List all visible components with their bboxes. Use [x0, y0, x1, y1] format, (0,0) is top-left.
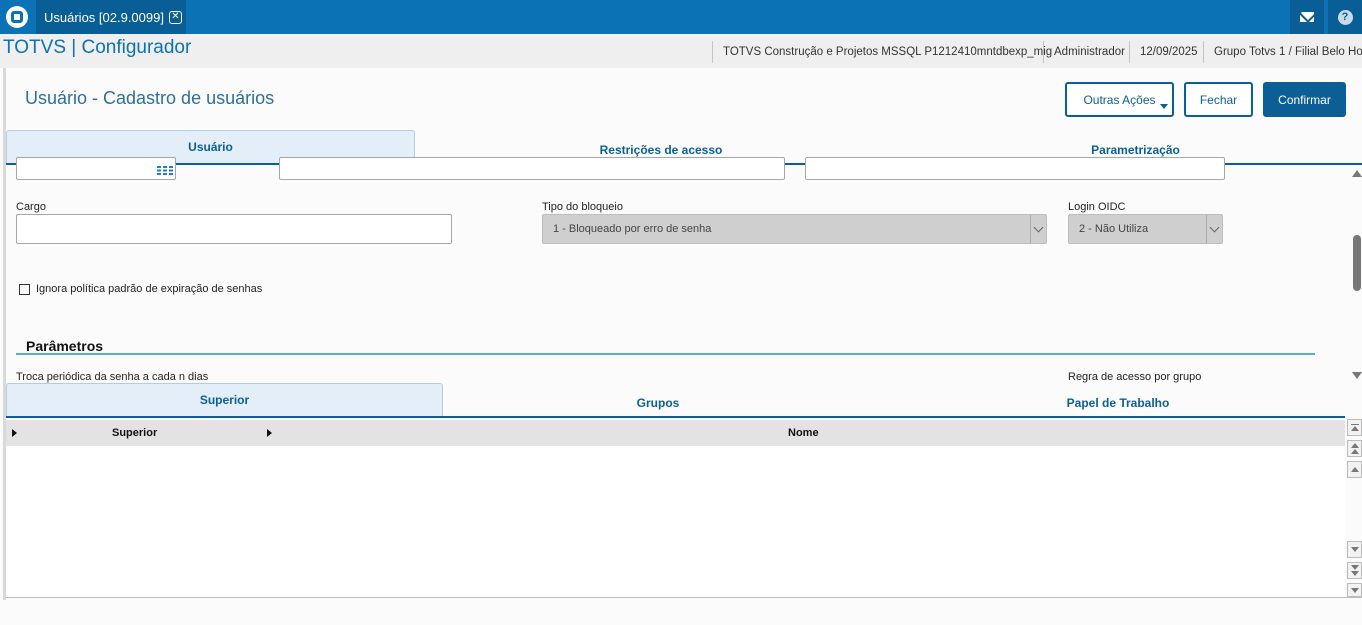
tipo-bloqueio-label: Tipo do bloqueio	[542, 201, 623, 213]
move-page-up-icon[interactable]	[1347, 440, 1362, 457]
environment-info: TOTVS Construção e Projetos MSSQL P12124…	[712, 41, 1052, 63]
tab-papel-trabalho[interactable]: Papel de Trabalho	[873, 383, 1362, 416]
text-field-partial-2[interactable]	[805, 157, 1225, 180]
move-up-icon[interactable]	[1347, 461, 1362, 478]
chevron-down-icon[interactable]	[1206, 215, 1222, 243]
company-info: Grupo Totvs 1 / Filial Belo Hor	[1203, 41, 1362, 63]
date-field[interactable]	[16, 157, 176, 180]
confirm-button[interactable]: Confirmar	[1263, 82, 1346, 117]
window-titlebar: Usuários [02.9.0099] ✕ ?	[0, 0, 1362, 34]
move-top-icon[interactable]	[1347, 419, 1362, 436]
scroll-up-icon[interactable]	[1352, 170, 1362, 177]
date-info: 12/09/2025	[1129, 41, 1198, 63]
more-actions-button[interactable]: Outras Ações	[1065, 82, 1174, 117]
column-nome[interactable]: Nome	[788, 427, 819, 439]
text-field-partial[interactable]	[279, 157, 785, 180]
cargo-label: Cargo	[16, 201, 46, 213]
scrollbar-thumb[interactable]	[1353, 235, 1361, 291]
ignora-politica-label: Ignora política padrão de expiração de s…	[36, 283, 263, 295]
troca-periodica-label: Troca periódica da senha a cada n dias	[16, 371, 209, 383]
row-marker-icon	[12, 429, 17, 437]
more-actions-label: Outras Ações	[1083, 92, 1156, 107]
calendar-icon[interactable]	[157, 166, 173, 175]
login-oidc-select[interactable]: 2 - Não Utiliza	[1068, 214, 1223, 244]
section-title: Parâmetros	[26, 338, 104, 354]
close-button[interactable]: Fechar	[1184, 82, 1253, 117]
scroll-down-icon[interactable]	[1352, 372, 1362, 379]
window-tab-label: Usuários [02.9.0099]	[44, 9, 164, 25]
tipo-bloqueio-value: 1 - Bloqueado por erro de senha	[553, 223, 712, 235]
tab-grupos[interactable]: Grupos	[443, 383, 873, 416]
window-tab-usuarios[interactable]: Usuários [02.9.0099] ✕	[36, 0, 186, 34]
move-page-down-icon[interactable]	[1347, 562, 1362, 579]
caret-down-icon	[1160, 104, 1168, 109]
close-tab-icon[interactable]: ✕	[168, 10, 182, 24]
section-divider	[16, 353, 1315, 355]
page-title: Usuário - Cadastro de usuários	[25, 88, 275, 108]
regra-acesso-label: Regra de acesso por grupo	[1068, 371, 1202, 383]
login-oidc-label: Login OIDC	[1068, 201, 1126, 213]
column-resize-icon[interactable]	[267, 429, 272, 437]
tab-superior[interactable]: Superior	[6, 383, 443, 416]
ignora-politica-checkbox[interactable]	[19, 284, 30, 295]
column-superior[interactable]: Superior	[112, 427, 157, 439]
sub-tabbar: Superior Grupos Papel de Trabalho	[6, 383, 1345, 418]
cargo-input[interactable]	[16, 214, 452, 244]
grid-header: Superior Nome	[6, 420, 1345, 446]
move-bottom-icon[interactable]	[1347, 583, 1362, 597]
tipo-bloqueio-select[interactable]: 1 - Bloqueado por erro de senha	[542, 214, 1047, 244]
user-info: Administrador	[1043, 41, 1125, 63]
app-title: TOTVS | Configurador	[3, 37, 192, 58]
totvs-logo-icon[interactable]	[0, 0, 34, 34]
app-header: TOTVS | Configurador TOTVS Construção e …	[0, 34, 1362, 68]
grid: Superior Nome	[6, 418, 1345, 598]
login-oidc-value: 2 - Não Utiliza	[1079, 223, 1149, 235]
chevron-down-icon[interactable]	[1030, 215, 1046, 243]
help-icon[interactable]: ?	[1328, 0, 1362, 34]
bottom-divider	[6, 597, 1362, 598]
move-down-icon[interactable]	[1347, 541, 1362, 558]
mail-icon[interactable]	[1290, 0, 1324, 34]
